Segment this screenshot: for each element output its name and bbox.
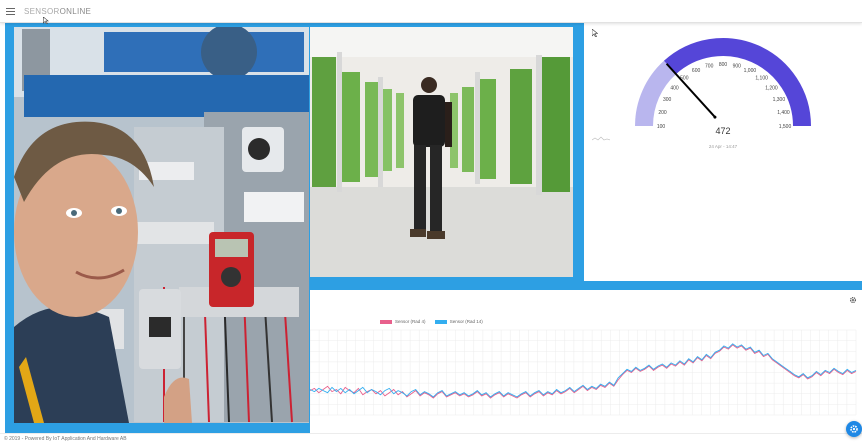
chart-grid [310, 329, 857, 416]
legend-item-rad14[interactable]: Sensor (Rad 14) [434, 319, 483, 324]
left-edge-strip [0, 23, 5, 433]
gauge-tick-label: 1,300 [773, 97, 786, 103]
page-footer: © 2019 - Powered By IoT Application And … [0, 433, 862, 444]
photo-caption-marker [20, 425, 21, 429]
brand-logo[interactable]: SENSORONLINE [24, 7, 91, 16]
mouse-cursor-icon [43, 17, 49, 24]
app-root: SENSORONLINE 100 200 300 400 500 600 700… [0, 0, 862, 444]
line-chart-widget: Sensor (Rad 4) Sensor (Rad 14) [310, 290, 862, 433]
gauge-tick-label: 1,000 [744, 68, 757, 74]
gauge-widget: 100 200 300 400 500 600 700 800 900 1,000 1,100 1,2… [584, 23, 862, 281]
gauge-value: 472 [715, 126, 731, 136]
mouse-cursor-icon [592, 29, 598, 37]
top-app-bar: SENSORONLINE [0, 0, 862, 24]
menu-icon[interactable] [6, 8, 15, 15]
legend-label-rad14: Sensor (Rad 14) [449, 319, 483, 324]
legend-swatch-rad14 [434, 319, 447, 324]
gauge-pivot [713, 115, 717, 119]
brand-text-online: ONLINE [59, 7, 92, 16]
gauge-tick-label: 700 [705, 64, 714, 70]
gauge-timestamp: 24 Apr - 14:47 [708, 144, 738, 149]
gauge-tick-label: 400 [670, 85, 679, 91]
gauge-tick-label: 1,200 [765, 85, 778, 91]
gear-icon [850, 425, 858, 433]
sparkline-icon [592, 136, 610, 141]
gear-icon[interactable] [849, 296, 857, 304]
photo-technician-selfie [14, 27, 309, 423]
gauge-tick-label: 600 [692, 68, 701, 74]
chart-legend: Sensor (Rad 4) Sensor (Rad 14) [380, 319, 491, 324]
footer-copyright: © 2019 - Powered By IoT Application And … [4, 436, 127, 442]
line-chart-plot [310, 329, 857, 416]
legend-item-rad4[interactable]: Sensor (Rad 4) [380, 319, 426, 324]
legend-label-rad4: Sensor (Rad 4) [395, 319, 426, 324]
technician-photo-illustration [14, 27, 309, 423]
settings-fab-button[interactable] [846, 421, 862, 437]
gauge-tick-label: 800 [719, 62, 728, 68]
farm-photo-illustration [310, 27, 573, 277]
gauge-tick-label: 200 [658, 110, 667, 116]
brand-text-sensor: SENSOR [24, 7, 60, 16]
legend-swatch-rad4 [380, 319, 392, 324]
gauge-tick-label: 1,100 [755, 76, 768, 82]
gauge-tick-label: 300 [663, 97, 672, 103]
photo-vertical-farm [310, 27, 573, 277]
gauge-tick-label: 900 [733, 64, 742, 70]
gauge-tick-label: 1,400 [777, 110, 790, 116]
